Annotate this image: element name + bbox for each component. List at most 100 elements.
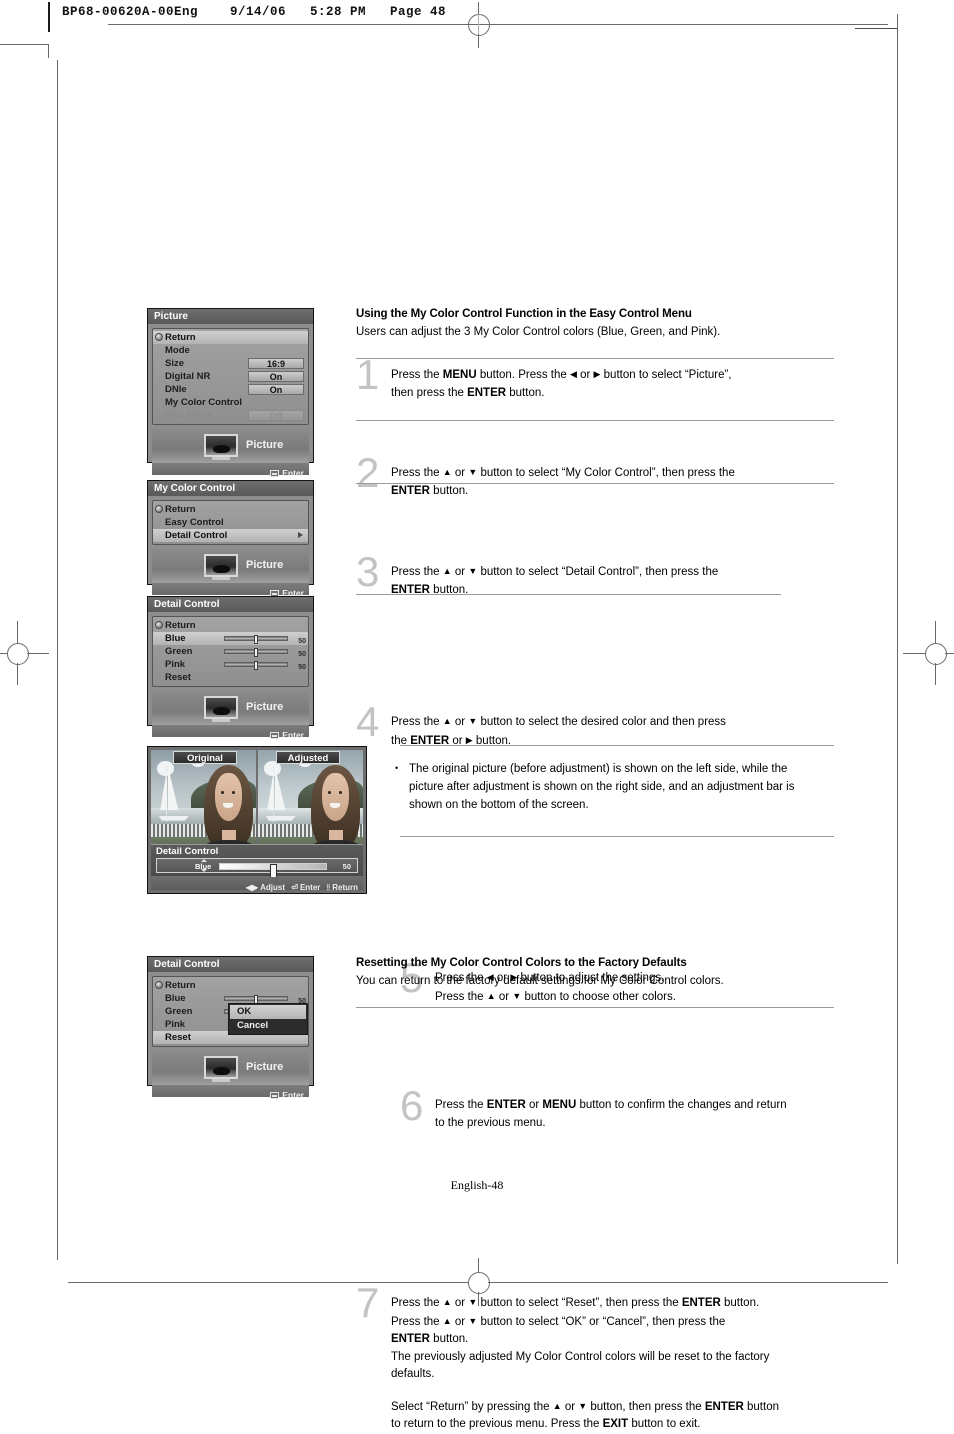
onscreen-slider-row: Blue 50 bbox=[156, 858, 358, 879]
step-1: 1 Press the MENU button. Press the ◀ or … bbox=[356, 354, 834, 402]
menu-item-label: Mode bbox=[165, 345, 190, 356]
tv-preview-screen: Original Adjusted Detail Control Blue 50… bbox=[147, 746, 367, 894]
pink-slider[interactable] bbox=[224, 661, 288, 670]
menu-item-label: Digital NR bbox=[165, 371, 211, 382]
osd-footer: Picture bbox=[152, 429, 309, 463]
tv-stand-icon bbox=[212, 1079, 230, 1082]
menu-item-mode[interactable]: Mode bbox=[153, 344, 308, 357]
step-number: 2 bbox=[356, 449, 380, 496]
menu-item-green[interactable]: Green 50 bbox=[153, 645, 308, 658]
print-header: BP68-00620A-00Eng 9/14/06 5:28 PM Page 4… bbox=[62, 5, 447, 19]
green-slider[interactable] bbox=[224, 648, 288, 657]
menu-item-digital-nr[interactable]: Digital NR On bbox=[153, 370, 308, 383]
trim-bar-left bbox=[48, 2, 50, 32]
menu-item-easy-control[interactable]: Easy Control bbox=[153, 516, 308, 529]
divider bbox=[356, 1007, 834, 1008]
divider bbox=[400, 836, 834, 837]
osd-title: Detail Control bbox=[148, 597, 313, 612]
menu-item-size[interactable]: Size 16:9 bbox=[153, 357, 308, 370]
menu-item-value: On bbox=[248, 384, 304, 395]
menu-item-blue[interactable]: Blue 50 bbox=[153, 632, 308, 645]
closing-paragraph: Select “Return” by pressing the ▲ or ▼ b… bbox=[391, 1400, 779, 1431]
osd-enter-hint: Enter bbox=[152, 1085, 309, 1100]
return-icon bbox=[155, 621, 163, 629]
step-7: 7 Press the ▲ or ▼ button to select “Res… bbox=[356, 1282, 834, 1434]
header-rule bbox=[855, 28, 897, 29]
step-text: Press the ▲ or ▼ button to select “My Co… bbox=[391, 467, 735, 497]
menu-item-label: DNIe bbox=[165, 384, 187, 395]
enter-label: Enter bbox=[282, 1090, 304, 1100]
left-right-icon: ◀▶ bbox=[245, 883, 259, 892]
tv-stand-icon bbox=[212, 457, 230, 460]
menu-item-reset[interactable]: Reset bbox=[153, 671, 308, 684]
trim-line-left-vert bbox=[48, 44, 49, 58]
osd-enter-hint: Enter bbox=[152, 463, 309, 478]
trim-line-left-long bbox=[57, 60, 58, 1260]
chevron-right-icon bbox=[298, 532, 303, 538]
blue-slider[interactable] bbox=[224, 635, 288, 644]
section-intro: Users can adjust the 3 My Color Control … bbox=[356, 326, 721, 338]
menu-item-label: Reset bbox=[165, 672, 191, 683]
tv-icon bbox=[204, 434, 238, 457]
menu-item-value: Off bbox=[248, 410, 304, 421]
osd-footer: Picture bbox=[152, 1051, 309, 1085]
osd-title: Detail Control bbox=[148, 957, 313, 972]
osd-footer: Picture bbox=[152, 549, 309, 583]
osd-item-list: Return Easy Control Detail Control bbox=[152, 500, 309, 545]
menu-item-detail-control[interactable]: Detail Control bbox=[153, 529, 308, 542]
popup-option-ok[interactable]: OK bbox=[230, 1005, 306, 1019]
osd-item-list: Return Mode Size 16:9 Digital NR On DNIe… bbox=[152, 328, 309, 425]
original-label: Original bbox=[173, 751, 237, 764]
osd-footer: Picture bbox=[152, 691, 309, 725]
tv-stand-icon bbox=[212, 577, 230, 580]
step-number: 1 bbox=[356, 351, 380, 398]
enter-icon bbox=[270, 732, 280, 740]
menu-item-value: 16:9 bbox=[248, 358, 304, 369]
blue-slider[interactable] bbox=[224, 995, 288, 1004]
menu-item-label: Detail Control bbox=[165, 530, 228, 541]
divider bbox=[356, 483, 834, 484]
tv-icon bbox=[204, 696, 238, 719]
step-text: Press the ENTER or MENU button to confir… bbox=[435, 1099, 787, 1129]
menu-item-label: Reset bbox=[165, 1032, 191, 1043]
osd-footer-label: Picture bbox=[246, 701, 284, 713]
osd-picture-menu: Picture Return Mode Size 16:9 Digital NR… bbox=[147, 308, 314, 478]
onscreen-detail-control-bar: Detail Control Blue 50 bbox=[151, 844, 363, 879]
menu-item-return[interactable]: Return bbox=[153, 619, 308, 632]
menu-item-pink[interactable]: Pink 50 bbox=[153, 658, 308, 671]
section-heading: Resetting the My Color Control Colors to… bbox=[356, 957, 687, 969]
osd-footer-label: Picture bbox=[246, 559, 284, 571]
trim-line-right-vert bbox=[897, 14, 898, 1264]
tv-icon bbox=[204, 554, 238, 577]
return-icon bbox=[155, 981, 163, 989]
onscreen-slider-value: 50 bbox=[342, 862, 351, 871]
menu-item-label: Pink bbox=[165, 1019, 186, 1030]
popup-option-cancel[interactable]: Cancel bbox=[230, 1019, 306, 1033]
osd-footer-label: Picture bbox=[246, 439, 284, 451]
step-number: 4 bbox=[356, 698, 380, 745]
menu-item-label: Green bbox=[165, 1006, 193, 1017]
menu-item-return[interactable]: Return bbox=[153, 503, 308, 516]
osd-item-list: Return Blue 50 Green 50 Pink 50 Reset bbox=[152, 616, 309, 687]
menu-item-return[interactable]: Return bbox=[153, 979, 308, 992]
divider bbox=[356, 420, 834, 421]
step-number: 6 bbox=[400, 1082, 424, 1129]
menu-item-return[interactable]: Return bbox=[153, 331, 308, 344]
page-footer: English-48 bbox=[450, 1178, 504, 1192]
menu-item-my-color-control[interactable]: My Color Control bbox=[153, 396, 308, 409]
hint-enter: Enter bbox=[299, 883, 321, 892]
menu-item-label: Blue bbox=[165, 993, 186, 1004]
menu-item-film-mode: Film Mode Off bbox=[153, 409, 308, 422]
return-icon bbox=[155, 333, 163, 341]
osd-enter-hint: Enter bbox=[152, 583, 309, 598]
osd-detail-control-menu: Detail Control Return Blue 50 Green 50 P… bbox=[147, 596, 314, 740]
step-4-note: The original picture (before adjustment)… bbox=[395, 759, 797, 814]
menu-item-label: My Color Control bbox=[165, 397, 243, 408]
menu-item-dnie[interactable]: DNIe On bbox=[153, 383, 308, 396]
menu-item-label: Return bbox=[165, 620, 196, 631]
chevron-down-icon bbox=[201, 869, 207, 872]
return-icon: ⦙⦙ bbox=[326, 883, 331, 892]
section-one: Using the My Color Control Function in t… bbox=[356, 308, 834, 338]
onscreen-slider[interactable] bbox=[219, 863, 327, 879]
menu-item-label: Return bbox=[165, 504, 196, 515]
